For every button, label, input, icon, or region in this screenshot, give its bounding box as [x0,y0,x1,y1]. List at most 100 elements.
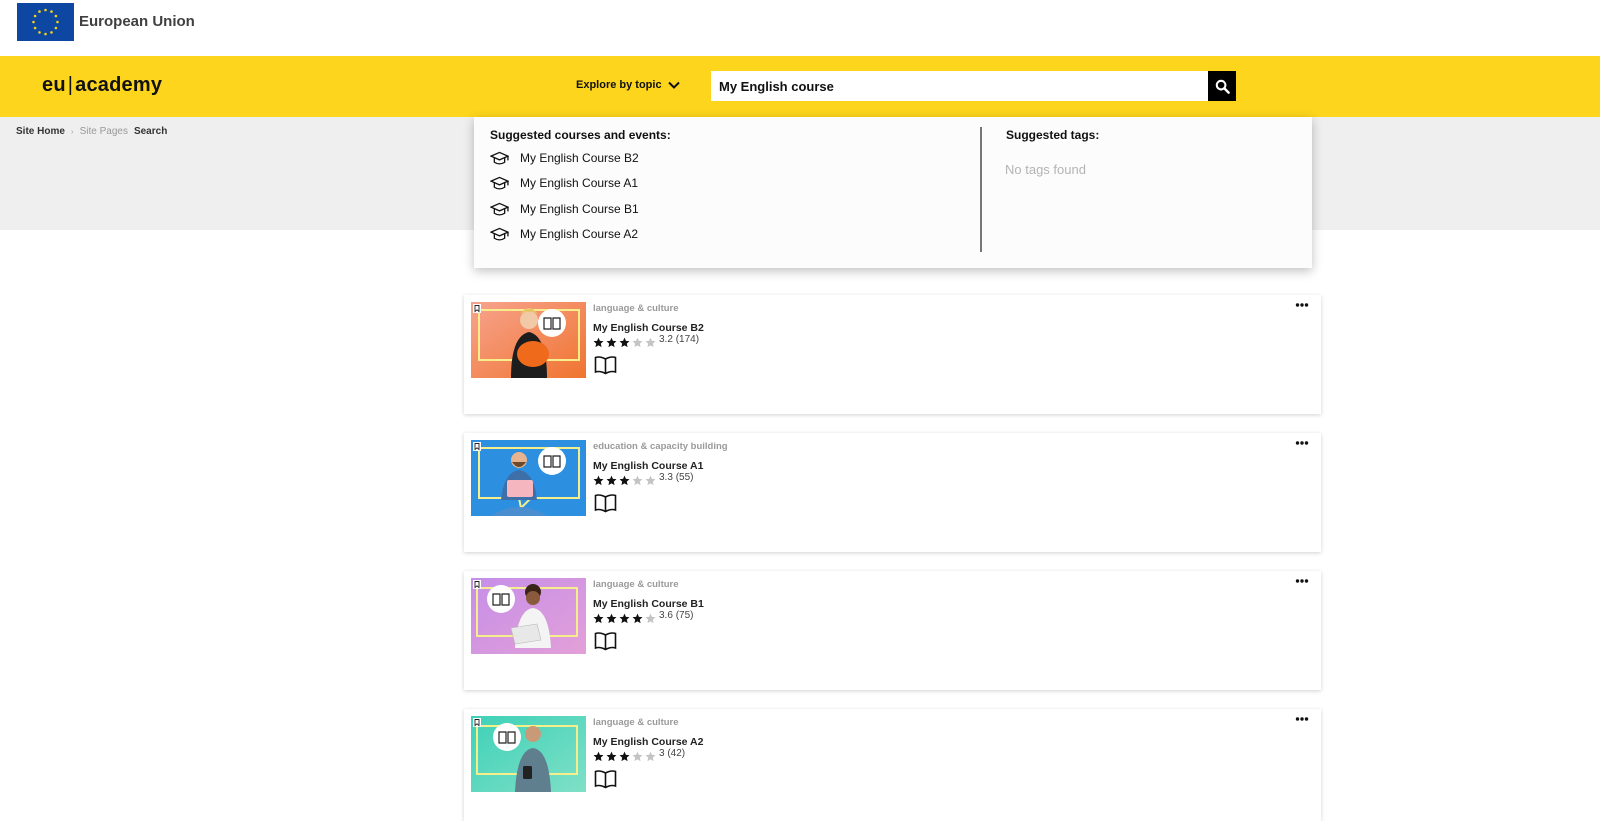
star-filled-icon [619,337,630,348]
breadcrumb-separator-icon: › [70,127,74,136]
more-options-icon[interactable] [1295,440,1309,446]
star-rating [593,337,656,348]
eu-stars-icon [17,3,74,41]
star-rating [593,751,656,762]
main-header: eu | academy Explore by topic [0,56,1600,117]
star-empty-icon [632,751,643,762]
search-suggestions-dropdown: Suggested courses and events: My English… [474,117,1312,268]
search-bar [711,71,1236,101]
no-tags-message: No tags found [1005,162,1086,177]
open-book-icon [594,770,617,789]
course-card[interactable]: language & culture My English Course B2 … [464,295,1321,414]
star-empty-icon [645,337,656,348]
suggestion-item[interactable]: My English Course B1 [490,199,639,219]
star-filled-icon [632,613,643,624]
chevron-down-icon [667,81,680,89]
rating-text: 3.6 (75) [659,610,693,621]
eu-top-bar: European Union [0,0,1600,56]
course-category: language & culture [593,579,679,590]
suggestion-item[interactable]: My English Course A2 [490,224,638,244]
eu-flag-logo[interactable] [17,3,74,41]
star-rating [593,475,656,486]
star-empty-icon [645,751,656,762]
star-filled-icon [606,751,617,762]
star-filled-icon [593,475,604,486]
rating-value: 3.2 [659,334,673,345]
star-filled-icon [606,337,617,348]
star-filled-icon [606,613,617,624]
eu-name: European Union [79,13,195,30]
course-title[interactable]: My English Course A2 [593,736,703,748]
star-empty-icon [645,475,656,486]
rating-value: 3.6 [659,610,673,621]
rating-text: 3.2 (174) [659,334,699,345]
more-options-icon[interactable] [1295,578,1309,584]
suggestion-label: My English Course A1 [520,176,639,190]
open-book-icon [594,356,617,375]
search-icon [1215,79,1230,94]
rating-text: 3 (42) [659,748,685,759]
star-empty-icon [645,613,656,624]
course-thumbnail[interactable] [471,302,586,378]
graduation-cap-icon [490,151,509,165]
course-category: language & culture [593,717,679,728]
explore-label: Explore by topic [576,79,662,91]
breadcrumb: Site Home › Site Pages Search [16,126,167,137]
graduation-cap-icon [490,227,509,241]
rating-text: 3.3 (55) [659,472,693,483]
breadcrumb-home[interactable]: Site Home [16,126,65,137]
rating-value: 3.3 [659,472,673,483]
site-logo[interactable]: eu | academy [42,74,162,97]
star-filled-icon [619,475,630,486]
suggestion-label: My English Course B2 [520,151,639,165]
course-card[interactable]: education & capacity building My English… [464,433,1321,552]
suggestion-item[interactable]: My English Course B2 [490,148,639,168]
course-card[interactable]: language & culture My English Course A2 … [464,709,1321,821]
course-image-b1 [471,578,586,654]
suggested-tags-title: Suggested tags: [1006,128,1100,142]
course-category: education & capacity building [593,441,728,452]
suggestion-item[interactable]: My English Course A1 [490,173,638,193]
star-empty-icon [632,337,643,348]
open-book-icon [594,632,617,651]
dropdown-divider [980,127,982,252]
star-rating [593,613,656,624]
course-title[interactable]: My English Course B2 [593,322,704,334]
suggestion-label: My English Course B1 [520,202,639,216]
graduation-cap-icon [490,176,509,190]
course-thumbnail[interactable] [471,716,586,792]
course-thumbnail[interactable] [471,578,586,654]
star-empty-icon [632,475,643,486]
rating-count: (55) [675,472,694,483]
logo-divider: | [67,74,74,96]
course-image-a2 [471,716,586,792]
star-filled-icon [593,751,604,762]
star-filled-icon [593,337,604,348]
logo-academy: academy [75,74,163,96]
star-filled-icon [619,613,630,624]
star-filled-icon [593,613,604,624]
breadcrumb-site-pages[interactable]: Site Pages [80,126,128,137]
rating-count: (174) [675,334,700,345]
course-image-b2 [471,302,586,378]
more-options-icon[interactable] [1295,716,1309,722]
breadcrumb-current: Search [133,126,168,137]
star-filled-icon [606,475,617,486]
course-card[interactable]: language & culture My English Course B1 … [464,571,1321,690]
explore-by-topic-button[interactable]: Explore by topic [576,79,680,91]
course-image-a1 [471,440,586,516]
course-category: language & culture [593,303,679,314]
course-title[interactable]: My English Course B1 [593,598,704,610]
search-input[interactable] [711,71,1209,101]
more-options-icon[interactable] [1295,302,1309,308]
graduation-cap-icon [490,202,509,216]
course-title[interactable]: My English Course A1 [593,460,703,472]
course-thumbnail[interactable] [471,440,586,516]
search-button[interactable] [1208,71,1236,101]
rating-value: 3 [659,748,665,759]
open-book-icon [594,494,617,513]
logo-eu: eu [42,74,66,96]
rating-count: (42) [667,748,686,759]
rating-count: (75) [675,610,694,621]
suggested-courses-title: Suggested courses and events: [490,128,671,142]
